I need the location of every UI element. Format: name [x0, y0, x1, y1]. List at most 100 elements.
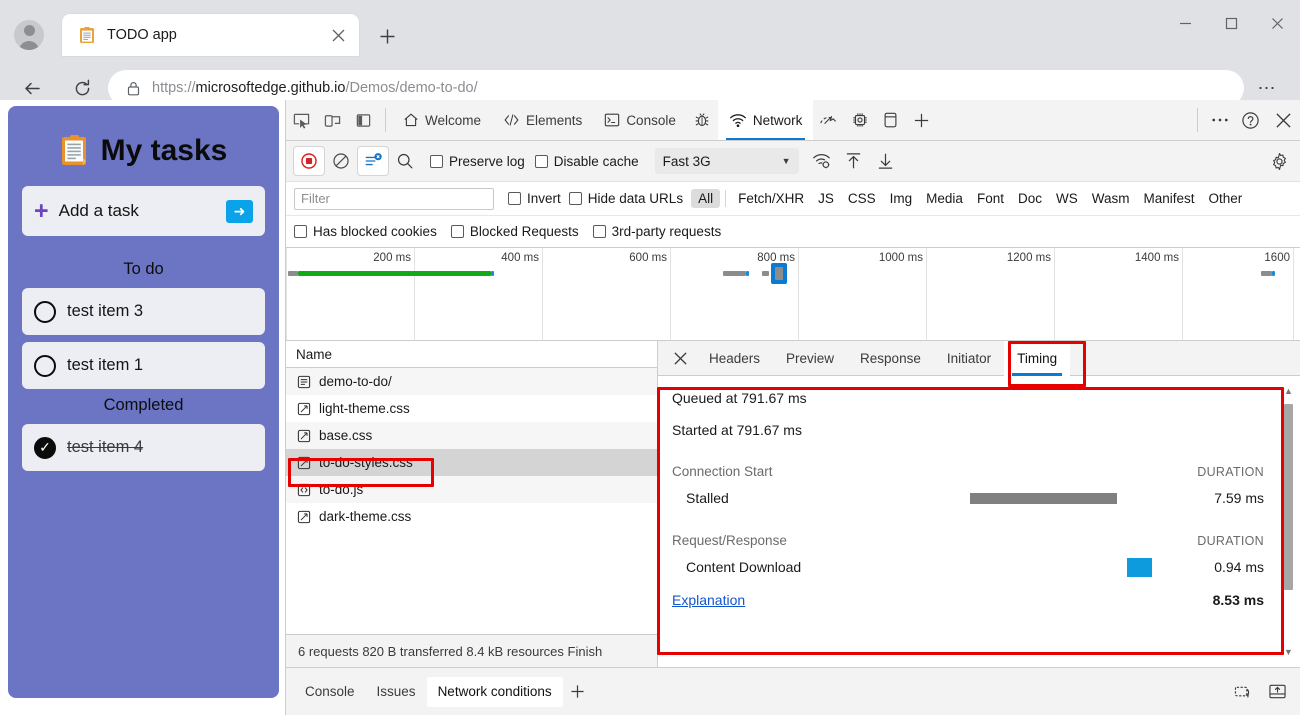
devtools-tab-console[interactable]: Console — [593, 100, 687, 140]
filter-type-js[interactable]: JS — [811, 189, 841, 208]
add-task-input[interactable]: + Add a task ➜ — [22, 186, 265, 236]
gear-icon[interactable] — [1264, 147, 1294, 175]
filter-type-fetch-xhr[interactable]: Fetch/XHR — [731, 189, 811, 208]
add-drawer-tab-icon[interactable] — [563, 684, 593, 699]
todo-card: My tasks + Add a task ➜ To do test item … — [8, 106, 279, 698]
application-storage-icon[interactable] — [875, 100, 906, 140]
filter-type-all[interactable]: All — [691, 189, 721, 208]
bug-icon[interactable] — [687, 100, 718, 140]
third-party-requests-checkbox[interactable]: 3rd-party requests — [592, 224, 721, 239]
details-tab-timing[interactable]: Timing — [1004, 340, 1071, 376]
devtools-tab-welcome[interactable]: Welcome — [392, 100, 492, 140]
filter-settings-icon[interactable] — [358, 147, 388, 175]
todo-app-title: My tasks — [22, 134, 265, 168]
browser-tab[interactable]: TODO app — [62, 14, 359, 56]
inspect-element-icon[interactable] — [286, 100, 317, 140]
drawer-tab-issues[interactable]: Issues — [366, 677, 427, 707]
blocked-requests-checkbox[interactable]: Blocked Requests — [450, 224, 579, 239]
device-emulation-icon[interactable] — [317, 100, 348, 140]
network-conditions-icon[interactable] — [807, 147, 837, 175]
devtools-tab-network[interactable]: Network — [717, 100, 814, 140]
filter-type-other[interactable]: Other — [1202, 189, 1250, 208]
add-panel-icon[interactable] — [906, 100, 937, 140]
request-row-to-do-js[interactable]: to-do.js — [286, 476, 657, 503]
stylesheet-icon — [296, 401, 311, 416]
scroll-down-icon[interactable]: ▼ — [1283, 645, 1294, 659]
close-details-icon[interactable] — [664, 351, 696, 366]
preserve-log-checkbox[interactable]: Preserve log — [430, 154, 525, 169]
throttling-dropdown[interactable]: Fast 3G ▼ — [654, 148, 799, 174]
export-har-icon[interactable] — [871, 147, 901, 175]
request-row-dark-theme-css[interactable]: dark-theme.css — [286, 503, 657, 530]
checkbox-icon[interactable] — [294, 225, 307, 238]
task-checkbox-icon[interactable] — [34, 354, 56, 377]
checkbox-icon[interactable] — [430, 154, 443, 168]
minimize-button[interactable] — [1162, 0, 1208, 46]
submit-task-button[interactable]: ➜ — [226, 199, 253, 223]
profile-avatar[interactable] — [14, 20, 44, 50]
drawer-tab-console[interactable]: Console — [294, 677, 366, 707]
task-checked-icon[interactable]: ✓ — [34, 436, 56, 459]
request-list-column-header[interactable]: Name — [286, 341, 657, 368]
details-tab-headers[interactable]: Headers — [696, 341, 773, 376]
network-overview-timeline[interactable]: 200 ms 400 ms 600 ms 800 ms 1000 ms 1200… — [286, 248, 1300, 341]
checkbox-icon[interactable] — [534, 154, 548, 168]
clear-icon[interactable] — [326, 147, 356, 175]
invert-checkbox[interactable]: Invert — [508, 191, 561, 206]
explanation-link[interactable]: Explanation — [672, 592, 1213, 608]
request-row-light-theme-css[interactable]: light-theme.css — [286, 395, 657, 422]
filter-type-doc[interactable]: Doc — [1011, 189, 1049, 208]
request-row-to-do-styles-css[interactable]: to-do-styles.css — [286, 449, 657, 476]
search-icon[interactable] — [390, 147, 420, 175]
filter-input[interactable]: Filter — [294, 187, 494, 210]
browser-settings-button[interactable]: ⋯ — [1250, 78, 1284, 99]
more-options-icon[interactable] — [1204, 100, 1235, 140]
memory-chip-icon[interactable] — [844, 100, 875, 140]
filter-type-media[interactable]: Media — [919, 189, 970, 208]
request-row-demo-to-do[interactable]: demo-to-do/ — [286, 368, 657, 395]
task-item[interactable]: test item 3 — [22, 288, 265, 335]
task-item[interactable]: test item 1 — [22, 342, 265, 389]
scrollbar-thumb[interactable] — [1284, 404, 1293, 590]
url-host: microsoftedge.github.io — [195, 80, 346, 96]
close-window-button[interactable] — [1254, 0, 1300, 46]
new-tab-button[interactable] — [373, 22, 401, 50]
request-row-base-css[interactable]: base.css — [286, 422, 657, 449]
screenshot-icon[interactable] — [1228, 678, 1258, 706]
devtools-tab-elements[interactable]: Elements — [492, 100, 593, 140]
request-summary-text: 6 requests 820 B transferred 8.4 kB reso… — [298, 643, 603, 659]
scroll-up-icon[interactable]: ▲ — [1283, 384, 1294, 398]
close-devtools-icon[interactable] — [1266, 100, 1300, 140]
devtools-drawer: Console Issues Network conditions — [286, 667, 1300, 715]
checkbox-icon[interactable] — [592, 225, 606, 238]
filter-type-wasm[interactable]: Wasm — [1085, 189, 1137, 208]
dock-side-icon[interactable] — [348, 100, 379, 140]
task-checkbox-icon[interactable] — [34, 300, 56, 323]
filter-type-manifest[interactable]: Manifest — [1136, 189, 1201, 208]
import-har-icon[interactable] — [839, 147, 869, 175]
details-tab-preview[interactable]: Preview — [773, 341, 847, 376]
task-item-completed[interactable]: ✓ test item 4 — [22, 424, 265, 471]
help-icon[interactable] — [1235, 100, 1266, 140]
filter-type-css[interactable]: CSS — [841, 189, 883, 208]
drawer-tab-network-conditions[interactable]: Network conditions — [426, 676, 563, 707]
filter-type-font[interactable]: Font — [970, 189, 1011, 208]
timing-scrollbar[interactable]: ▲ ▼ — [1283, 384, 1294, 659]
details-tab-response[interactable]: Response — [847, 341, 934, 376]
performance-gauge-icon[interactable] — [813, 100, 844, 140]
dock-drawer-icon[interactable] — [1262, 678, 1292, 706]
filter-type-img[interactable]: Img — [883, 189, 920, 208]
checkbox-icon[interactable] — [568, 192, 582, 205]
checkbox-icon[interactable] — [450, 225, 464, 238]
filter-type-ws[interactable]: WS — [1049, 189, 1085, 208]
checkbox-icon[interactable] — [508, 192, 521, 205]
has-blocked-cookies-checkbox[interactable]: Has blocked cookies — [294, 224, 437, 239]
maximize-button[interactable] — [1208, 0, 1254, 46]
record-stop-icon[interactable] — [294, 147, 324, 175]
hide-data-urls-checkbox[interactable]: Hide data URLs — [568, 191, 683, 206]
task-label: test item 1 — [67, 356, 144, 374]
request-list[interactable]: demo-to-do/ light-theme.css base.css to-… — [286, 368, 657, 634]
tab-close-icon[interactable] — [325, 22, 351, 48]
details-tab-initiator[interactable]: Initiator — [934, 341, 1004, 376]
disable-cache-checkbox[interactable]: Disable cache — [534, 154, 639, 169]
